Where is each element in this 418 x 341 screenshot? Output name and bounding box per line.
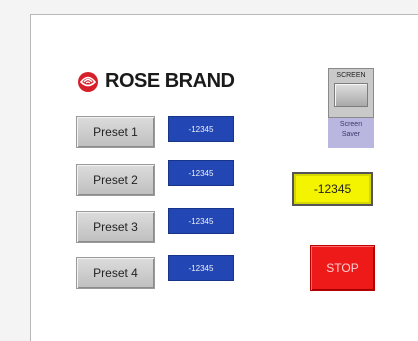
preset-3-value: -12345: [168, 208, 234, 234]
screen-saver-button[interactable]: [334, 83, 368, 107]
brand-logo: ROSE BRAND: [75, 70, 235, 93]
preset-3-button[interactable]: Preset 3: [76, 211, 155, 243]
preset-2-value: -12345: [168, 160, 234, 186]
preset-4-button[interactable]: Preset 4: [76, 257, 155, 289]
preset-1-value: -12345: [168, 116, 234, 142]
brand-name: ROSE BRAND: [105, 70, 235, 92]
preset-4-value: -12345: [168, 255, 234, 281]
screen-saver-caption: Screen Saver: [339, 121, 363, 138]
screen-saver-widget: SCREEN Screen Saver: [328, 68, 374, 148]
preset-1-button[interactable]: Preset 1: [76, 116, 155, 148]
value-display: -12345: [292, 172, 373, 206]
rose-icon: [78, 71, 98, 92]
screen-saver-header-label: SCREEN: [336, 72, 366, 79]
stop-button[interactable]: STOP: [310, 245, 375, 291]
screen-saver-header: SCREEN: [328, 68, 374, 118]
preset-2-button[interactable]: Preset 2: [76, 164, 155, 196]
